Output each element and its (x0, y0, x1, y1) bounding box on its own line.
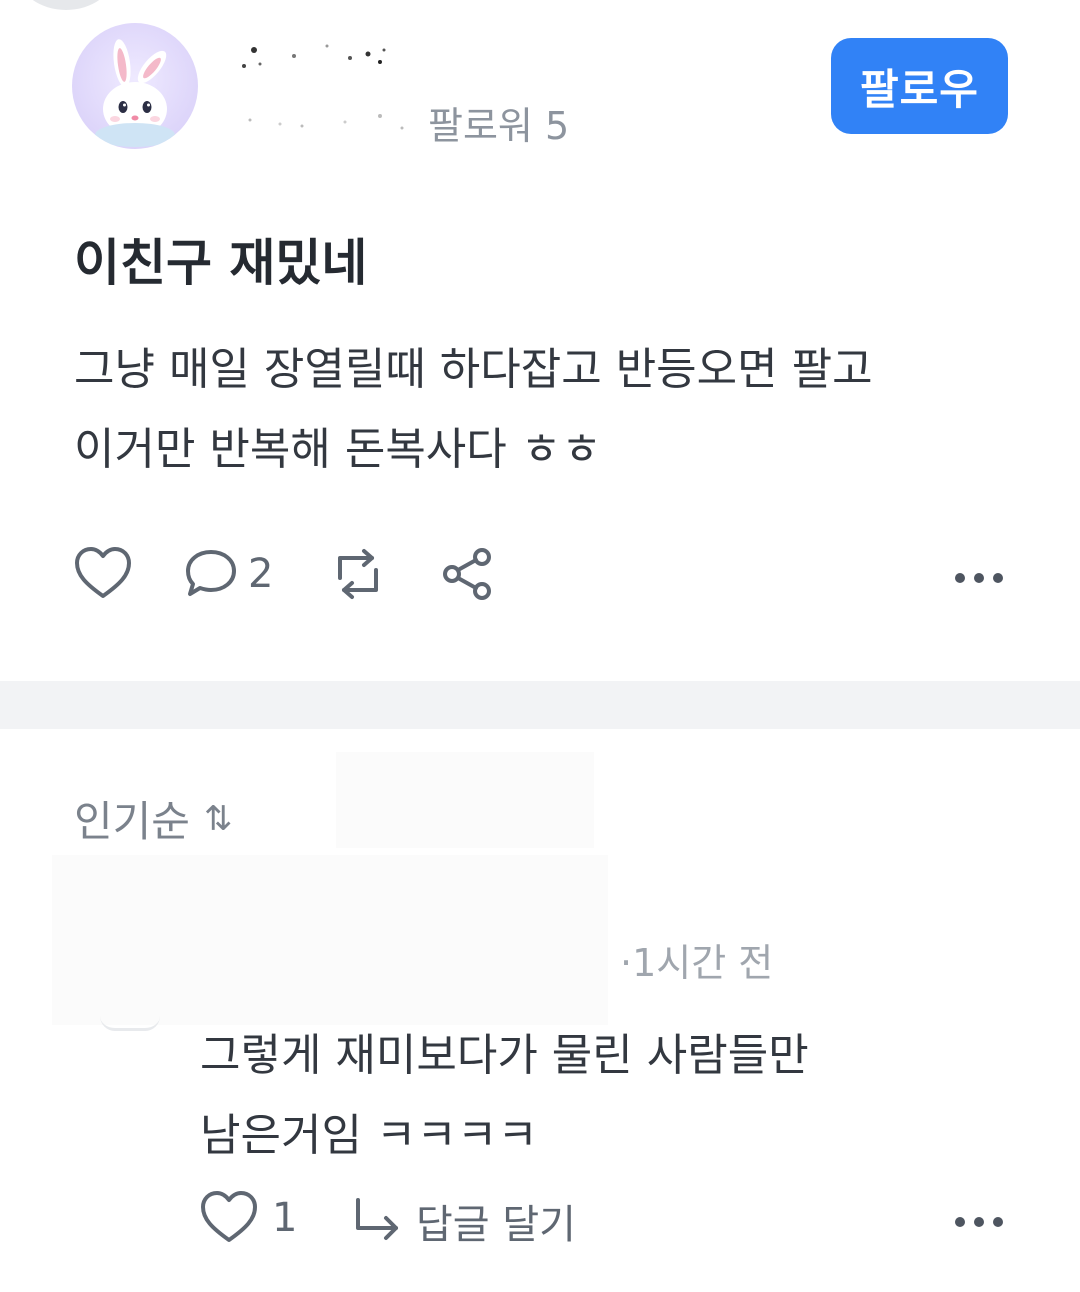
sort-arrows-icon: ⇅ (203, 798, 233, 839)
comment-button[interactable]: 2 (184, 548, 273, 600)
comment-more-options-icon[interactable] (955, 1212, 1003, 1232)
post-body: 그냥 매일 장열릴때 하다잡고 반등오면 팔고 이거만 반복해 돈복사다 ㅎㅎ (74, 330, 1034, 490)
reply-arrow-icon (356, 1198, 398, 1240)
heart-icon (75, 547, 131, 598)
repost-button[interactable] (328, 548, 388, 600)
comment-body-line: 남은거임 ㅋㅋㅋㅋ (200, 1110, 538, 1161)
redaction-patch (336, 752, 594, 848)
sort-selector[interactable]: 인기순 ⇅ (74, 788, 232, 849)
bunny-icon (95, 39, 175, 147)
author-name-redacted[interactable] (232, 36, 402, 80)
comment-like-count: 1 (272, 1195, 298, 1241)
post-title: 이친구 재밌네 (74, 234, 368, 292)
comment-body-line: 그렇게 재미보다가 물린 사람들만 (200, 1030, 809, 1081)
section-divider (0, 681, 1080, 729)
top-avatar-partial (18, 0, 114, 10)
comment-count: 2 (248, 551, 274, 597)
comment-like-button[interactable]: 1 (200, 1190, 297, 1246)
post-body-line: 그냥 매일 장열릴때 하다잡고 반등오면 팔고 (74, 344, 873, 395)
share-icon (443, 548, 491, 600)
follow-button[interactable]: 팔로우 (831, 38, 1008, 134)
comment-bubble-icon (186, 550, 236, 596)
follower-count: 팔로워 5 (428, 104, 570, 148)
author-avatar[interactable] (72, 23, 198, 149)
commenter-avatar-edge (100, 1016, 160, 1031)
heart-icon (201, 1191, 257, 1242)
post-body-line: 이거만 반복해 돈복사다 ㅎㅎ (74, 424, 602, 475)
reply-label: 답글 달기 (416, 1202, 576, 1248)
like-button[interactable] (74, 546, 132, 602)
repost-icon (338, 549, 378, 599)
redaction-patch (52, 855, 608, 1025)
author-meta-redacted (240, 104, 420, 144)
sort-label: 인기순 (74, 797, 190, 846)
comment-timestamp: ·1시간 전 (620, 941, 774, 985)
share-button[interactable] (440, 546, 494, 602)
reply-button[interactable]: 답글 달기 (352, 1192, 576, 1250)
post-more-options-icon[interactable] (955, 568, 1003, 588)
comment-body: 그렇게 재미보다가 물린 사람들만 남은거임 ㅋㅋㅋㅋ (200, 1016, 1020, 1176)
